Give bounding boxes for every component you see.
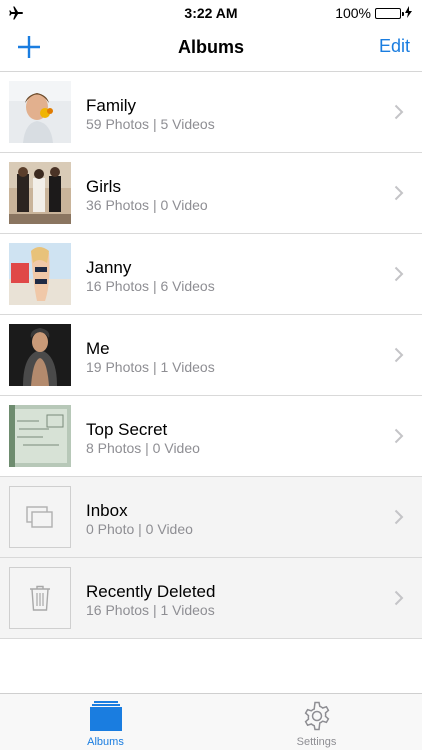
airplane-mode-icon (0, 6, 24, 20)
chevron-right-icon (394, 428, 404, 444)
album-count: 16 Photos | 1 Videos (86, 602, 215, 618)
album-title: Girls (86, 177, 121, 196)
tab-label: Albums (87, 736, 124, 748)
album-title: Top Secret (86, 420, 168, 439)
album-count: 16 Photos | 6 Videos (86, 278, 215, 294)
chevron-right-icon (394, 266, 404, 282)
trash-icon (30, 585, 50, 611)
album-title: Recently Deleted (86, 582, 216, 601)
album-title: Janny (86, 258, 132, 277)
album-count: 8 Photos | 0 Video (86, 440, 200, 456)
chevron-right-icon (394, 185, 404, 201)
album-thumbnail (9, 567, 71, 629)
album-count: 59 Photos | 5 Videos (86, 116, 215, 132)
album-row-inbox[interactable]: Inbox 0 Photo | 0 Video (0, 477, 422, 558)
album-title: Family (86, 96, 137, 115)
status-bar: 3:22 AM 100% (0, 0, 422, 26)
chevron-right-icon (394, 590, 404, 606)
album-row-girls[interactable]: Girls 36 Photos | 0 Video (0, 153, 422, 234)
tab-settings[interactable]: Settings (211, 694, 422, 750)
gear-icon (304, 701, 329, 731)
album-row-recently-deleted[interactable]: Recently Deleted 16 Photos | 1 Videos (0, 558, 422, 639)
tab-albums[interactable]: Albums (0, 694, 211, 750)
battery-percent: 100% (335, 5, 371, 21)
charging-icon (405, 5, 412, 21)
chevron-right-icon (394, 509, 404, 525)
album-row-me[interactable]: Me 19 Photos | 1 Videos (0, 315, 422, 396)
album-thumbnail (9, 162, 71, 224)
edit-button[interactable]: Edit (379, 36, 410, 57)
tab-bar: Albums Settings (0, 693, 422, 750)
albums-icon (89, 701, 122, 731)
album-thumbnail (9, 486, 71, 548)
album-thumbnail (9, 81, 71, 143)
navigation-bar: Albums Edit (0, 26, 422, 72)
album-thumbnail (9, 243, 71, 305)
tab-label: Settings (296, 736, 337, 748)
album-row-top-secret[interactable]: Top Secret 8 Photos | 0 Video (0, 396, 422, 477)
chevron-right-icon (394, 104, 404, 120)
album-count: 0 Photo | 0 Video (86, 521, 193, 537)
page-title: Albums (177, 37, 244, 57)
album-count: 19 Photos | 1 Videos (86, 359, 215, 375)
battery-icon (375, 7, 404, 19)
album-thumbnail (9, 405, 71, 467)
album-list: Family 59 Photos | 5 Videos Girls 36 Pho… (0, 72, 422, 639)
chevron-right-icon (394, 347, 404, 363)
album-title: Me (86, 339, 110, 358)
album-thumbnail (9, 324, 71, 386)
album-title: Inbox (86, 501, 128, 520)
inbox-photos-icon (26, 506, 53, 528)
album-row-janny[interactable]: Janny 16 Photos | 6 Videos (0, 234, 422, 315)
album-row-family[interactable]: Family 59 Photos | 5 Videos (0, 72, 422, 153)
album-count: 36 Photos | 0 Video (86, 197, 208, 213)
